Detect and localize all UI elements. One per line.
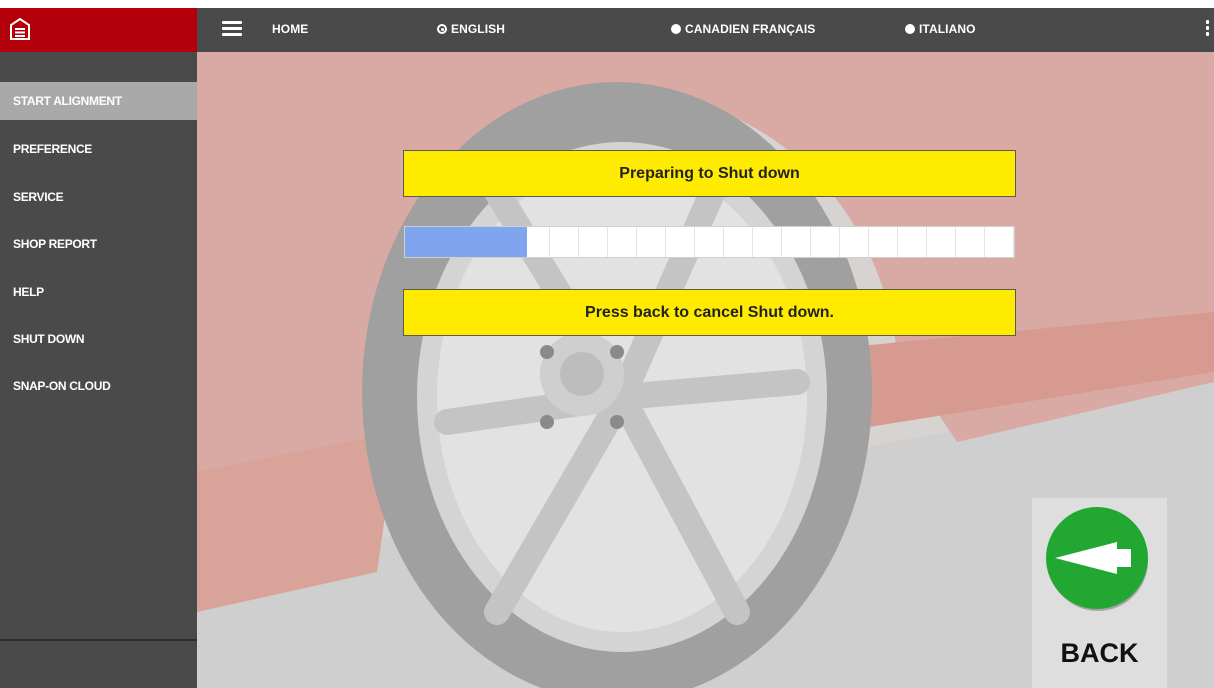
shutdown-progress-bar: [404, 226, 1015, 258]
main-content: Preparing to Shut down Press back to can…: [197, 52, 1214, 688]
language-option-canadien-francais[interactable]: CANADIEN FRANÇAIS: [671, 22, 815, 36]
radio-selected-icon: [437, 24, 447, 34]
radio-unselected-icon: [905, 24, 915, 34]
progress-segment: [927, 227, 956, 257]
language-label: ENGLISH: [451, 22, 506, 36]
language-label: ITALIANO: [919, 22, 976, 36]
radio-unselected-icon: [671, 24, 681, 34]
sidebar-item-shut-down[interactable]: SHUT DOWN: [0, 320, 197, 358]
progress-segment: [898, 227, 927, 257]
back-button[interactable]: BACK: [1032, 498, 1167, 688]
progress-segment: [579, 227, 608, 257]
progress-segment: [695, 227, 724, 257]
back-arrow-icon: [1046, 507, 1148, 611]
progress-segment: [811, 227, 840, 257]
progress-segment: [869, 227, 898, 257]
sidebar-item-help[interactable]: HELP: [0, 273, 197, 311]
progress-segment: [985, 227, 1014, 257]
sidebar-divider: [0, 639, 197, 641]
sidebar: START ALIGNMENT PREFERENCE SERVICE SHOP …: [0, 52, 197, 688]
progress-segment: [637, 227, 666, 257]
sidebar-item-start-alignment[interactable]: START ALIGNMENT: [0, 82, 197, 120]
garage-icon: [10, 18, 30, 40]
status-title-banner: Preparing to Shut down: [403, 150, 1016, 197]
top-bar: HOME ENGLISH CANADIEN FRANÇAIS ITALIANO: [0, 8, 1214, 52]
language-label: CANADIEN FRANÇAIS: [685, 22, 816, 36]
sidebar-item-shop-report[interactable]: SHOP REPORT: [0, 225, 197, 263]
progress-segment: [840, 227, 869, 257]
home-label: HOME: [272, 22, 309, 36]
more-options-icon[interactable]: [1206, 20, 1210, 40]
progress-segment: [753, 227, 782, 257]
cancel-instruction-banner: Press back to cancel Shut down.: [403, 289, 1016, 336]
sidebar-item-preference[interactable]: PREFERENCE: [0, 130, 197, 168]
language-option-english[interactable]: ENGLISH: [437, 22, 505, 36]
sidebar-item-snap-on-cloud[interactable]: SNAP-ON CLOUD: [0, 367, 197, 405]
progress-fill: [405, 227, 527, 257]
home-logo-button[interactable]: [0, 8, 197, 52]
progress-segment: [782, 227, 811, 257]
progress-segment: [608, 227, 637, 257]
progress-segment: [550, 227, 579, 257]
back-button-label: BACK: [1060, 638, 1139, 668]
progress-segment: [724, 227, 753, 257]
progress-segment: [956, 227, 985, 257]
home-link[interactable]: HOME: [272, 22, 308, 36]
menu-icon[interactable]: [222, 21, 242, 37]
sidebar-item-service[interactable]: SERVICE: [0, 178, 197, 216]
language-option-italiano[interactable]: ITALIANO: [905, 22, 976, 36]
progress-segment: [666, 227, 695, 257]
